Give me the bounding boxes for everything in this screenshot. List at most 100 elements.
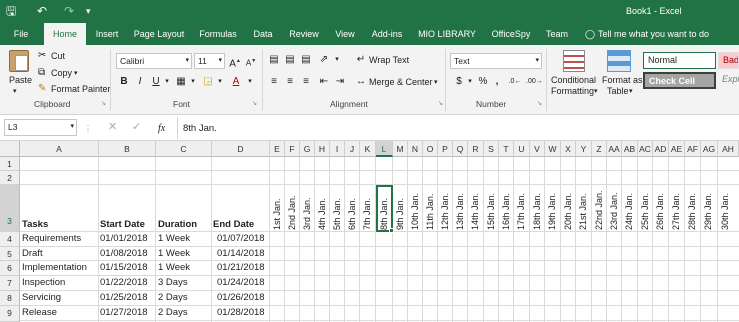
column-header-r[interactable]: R xyxy=(468,141,484,157)
align-bottom-icon[interactable]: ▤ xyxy=(299,53,313,67)
column-header-af[interactable]: AF xyxy=(685,141,701,157)
increase-decimal-icon[interactable]: .0← xyxy=(508,75,522,89)
task-end[interactable]: 01/14/2018 xyxy=(217,248,265,260)
conditional-dropdown-icon[interactable]: ▾ xyxy=(594,86,598,97)
cut-button[interactable]: Cut xyxy=(51,51,65,62)
select-all-button[interactable] xyxy=(0,141,20,157)
date-header[interactable]: 1st Jan. xyxy=(270,185,285,232)
header-duration[interactable]: Duration xyxy=(158,219,197,231)
row-header-7[interactable]: 7 xyxy=(0,276,20,291)
column-header-p[interactable]: P xyxy=(438,141,453,157)
align-middle-icon[interactable]: ▤ xyxy=(283,53,297,67)
align-left-icon[interactable]: ≡ xyxy=(267,75,281,89)
row-header-2[interactable]: 2 xyxy=(0,171,20,185)
date-header[interactable]: 22nd Jan. xyxy=(592,185,607,232)
task-end[interactable]: 01/28/2018 xyxy=(217,307,265,319)
date-header[interactable]: 14th Jan. xyxy=(468,185,483,232)
column-header-z[interactable]: Z xyxy=(592,141,607,157)
task-end[interactable]: 01/21/2018 xyxy=(217,262,265,274)
tab-page-layout[interactable]: Page Layout xyxy=(128,23,190,45)
header-start-date[interactable]: Start Date xyxy=(100,219,145,231)
wrap-text-button[interactable]: Wrap Text xyxy=(369,55,409,66)
column-header-aa[interactable]: AA xyxy=(607,141,622,157)
orientation-icon[interactable]: ⇗ xyxy=(317,53,331,67)
task-name[interactable]: Draft xyxy=(22,248,43,260)
column-header-n[interactable]: N xyxy=(408,141,423,157)
tab-data[interactable]: Data xyxy=(248,23,278,45)
date-header[interactable]: 16th Jan. xyxy=(499,185,514,232)
date-header[interactable]: 15th Jan. xyxy=(484,185,499,232)
date-header[interactable]: 29th Jan. xyxy=(701,185,716,232)
column-header-j[interactable]: J xyxy=(345,141,360,157)
column-header-c[interactable]: C xyxy=(156,141,212,157)
decrease-indent-icon[interactable]: ⇤ xyxy=(317,75,331,89)
tell-me-box[interactable]: Tell me what you want to do xyxy=(598,23,710,45)
increase-font-icon[interactable]: A▲ xyxy=(228,54,242,69)
number-launcher-icon[interactable]: ↘ xyxy=(537,99,542,110)
enter-icon[interactable]: ✓ xyxy=(132,122,141,133)
paste-dropdown-icon[interactable]: ▾ xyxy=(13,86,17,97)
format-painter-button[interactable]: Format Painter xyxy=(51,84,111,95)
task-duration[interactable]: 2 Days xyxy=(158,292,188,304)
column-header-a[interactable]: A xyxy=(20,141,99,157)
style-normal[interactable]: Normal xyxy=(643,52,716,69)
column-header-t[interactable]: T xyxy=(499,141,514,157)
date-header[interactable]: 17th Jan. xyxy=(514,185,529,232)
task-start[interactable]: 01/15/2018 xyxy=(100,262,148,274)
column-header-f[interactable]: F xyxy=(285,141,300,157)
column-header-w[interactable]: W xyxy=(545,141,561,157)
tab-team[interactable]: Team xyxy=(542,23,572,45)
fill-dropdown-icon[interactable]: ▾ xyxy=(213,75,227,89)
task-duration[interactable]: 3 Days xyxy=(158,277,188,289)
alignment-launcher-icon[interactable]: ↘ xyxy=(438,99,443,110)
date-header[interactable]: 25th Jan. xyxy=(638,185,653,232)
date-header[interactable]: 18th Jan. xyxy=(530,185,545,232)
row-header-5[interactable]: 5 xyxy=(0,247,20,261)
tab-add-ins[interactable]: Add-ins xyxy=(366,23,408,45)
font-color-dropdown-icon[interactable]: ▾ xyxy=(243,75,257,89)
date-header[interactable]: 28th Jan. xyxy=(685,185,700,232)
column-header-i[interactable]: I xyxy=(330,141,345,157)
align-right-icon[interactable]: ≡ xyxy=(299,75,313,89)
date-header[interactable]: 3rd Jan. xyxy=(300,185,315,232)
merge-dropdown-icon[interactable]: ▾ xyxy=(434,77,438,88)
task-end[interactable]: 01/24/2018 xyxy=(217,277,265,289)
date-header[interactable]: 12th Jan. xyxy=(438,185,453,232)
column-header-ag[interactable]: AG xyxy=(701,141,718,157)
font-launcher-icon[interactable]: ↘ xyxy=(252,99,257,110)
row-header-6[interactable]: 6 xyxy=(0,261,20,276)
column-header-g[interactable]: G xyxy=(300,141,315,157)
tab-formulas[interactable]: Formulas xyxy=(194,23,242,45)
column-header-ab[interactable]: AB xyxy=(622,141,638,157)
header-end-date[interactable]: End Date xyxy=(213,219,254,231)
date-header[interactable]: 5th Jan. xyxy=(330,185,345,232)
date-header[interactable]: 23rd Jan. xyxy=(607,185,622,232)
percent-button[interactable]: % xyxy=(476,75,490,89)
column-header-s[interactable]: S xyxy=(484,141,499,157)
task-name[interactable]: Release xyxy=(22,307,57,319)
date-header[interactable]: 13th Jan. xyxy=(453,185,468,232)
date-header[interactable]: 30th Jan. xyxy=(718,185,733,232)
row-header-4[interactable]: 4 xyxy=(0,232,20,247)
date-header[interactable]: 9th Jan. xyxy=(393,185,408,232)
date-header[interactable]: 26th Jan. xyxy=(653,185,668,232)
style-check-cell[interactable]: Check Cell xyxy=(643,72,716,89)
column-header-l[interactable]: L xyxy=(376,141,393,157)
formula-input[interactable]: 8th Jan. xyxy=(183,123,217,134)
style-explanatory[interactable]: Expla xyxy=(718,72,739,89)
copy-dropdown-icon[interactable]: ▾ xyxy=(74,68,78,79)
date-header[interactable]: 10th Jan. xyxy=(408,185,423,232)
name-box[interactable]: L3 ▾ xyxy=(4,119,77,136)
column-header-q[interactable]: Q xyxy=(453,141,468,157)
fill-handle[interactable] xyxy=(389,228,394,233)
merge-center-button[interactable]: Merge & Center xyxy=(369,77,433,88)
tab-insert[interactable]: Insert xyxy=(88,23,126,45)
tab-home[interactable]: Home xyxy=(44,23,86,45)
paste-button[interactable]: Paste xyxy=(9,75,32,86)
bold-button[interactable]: B xyxy=(117,75,131,89)
orientation-dropdown-icon[interactable]: ▾ xyxy=(330,53,344,67)
row-header-3[interactable]: 3 xyxy=(0,185,20,232)
date-header[interactable]: 27th Jan. xyxy=(669,185,684,232)
copy-button[interactable]: Copy xyxy=(51,68,72,79)
column-header-e[interactable]: E xyxy=(270,141,285,157)
